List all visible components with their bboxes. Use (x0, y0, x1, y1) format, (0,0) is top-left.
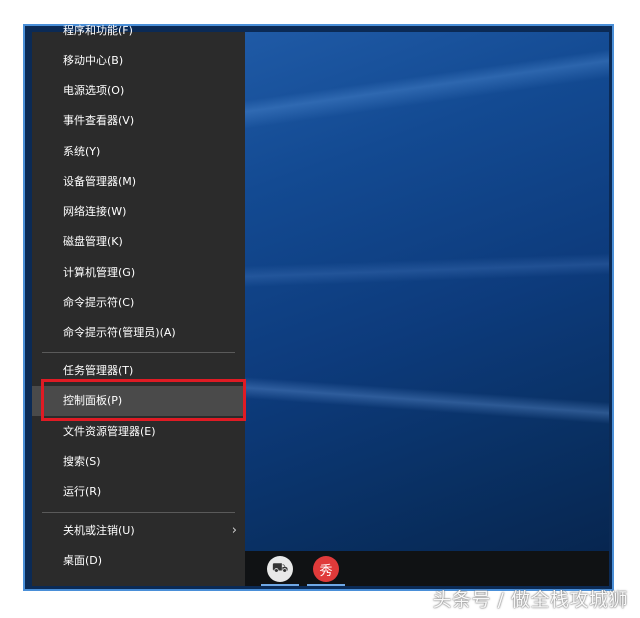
menu-separator (42, 512, 235, 513)
menu-item-search[interactable]: 搜索(S) (32, 447, 245, 477)
desktop-background (245, 32, 609, 551)
menu-item-programs[interactable]: 程序和功能(F) (32, 16, 245, 46)
menu-item-disk-management[interactable]: 磁盘管理(K) (32, 227, 245, 257)
taskbar-app-icon-red[interactable]: 秀 (313, 556, 339, 582)
menu-item-label: 关机或注销(U) (63, 524, 135, 537)
menu-separator (42, 352, 235, 353)
menu-item-file-explorer[interactable]: 文件资源管理器(E) (32, 417, 245, 447)
winx-menu: 程序和功能(F) 移动中心(B) 电源选项(O) 事件查看器(V) 系统(Y) … (32, 24, 245, 586)
menu-item-mobility-center[interactable]: 移动中心(B) (32, 46, 245, 76)
menu-item-shutdown-signout[interactable]: 关机或注销(U) › (32, 516, 245, 546)
menu-item-network-connections[interactable]: 网络连接(W) (32, 197, 245, 227)
menu-item-command-prompt-admin[interactable]: 命令提示符(管理员)(A) (32, 318, 245, 348)
app-icon-red: 秀 (319, 563, 333, 579)
highlight-box (41, 379, 246, 421)
menu-item-computer-management[interactable]: 计算机管理(G) (32, 258, 245, 288)
taskbar-active-indicator (261, 584, 299, 586)
menu-item-event-viewer[interactable]: 事件查看器(V) (32, 106, 245, 136)
menu-item-system[interactable]: 系统(Y) (32, 137, 245, 167)
taskbar-active-indicator (307, 584, 345, 586)
menu-item-desktop[interactable]: 桌面(D) (32, 546, 245, 576)
taskbar: ⛟ 秀 (245, 551, 609, 586)
menu-item-command-prompt[interactable]: 命令提示符(C) (32, 288, 245, 318)
watermark: 头条号 / 做全栈攻城狮 (432, 589, 628, 611)
taskbar-app-icon[interactable]: ⛟ (267, 556, 293, 582)
app-icon: ⛟ (271, 560, 289, 576)
chevron-right-icon: › (231, 523, 237, 538)
menu-item-device-manager[interactable]: 设备管理器(M) (32, 167, 245, 197)
menu-item-run[interactable]: 运行(R) (32, 477, 245, 507)
menu-item-power-options[interactable]: 电源选项(O) (32, 76, 245, 106)
